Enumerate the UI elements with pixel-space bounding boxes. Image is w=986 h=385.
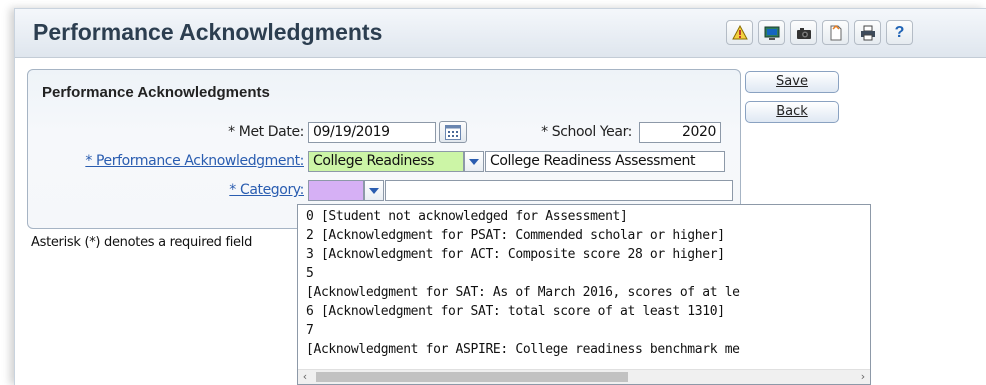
met-date-field[interactable]: 09/19/2019 (308, 122, 436, 143)
category-dropdown-button[interactable] (364, 180, 384, 201)
performance-ack-description: College Readiness Assessment (485, 151, 725, 172)
category-select[interactable] (308, 180, 364, 201)
toolbar: ? (726, 20, 913, 45)
category-option[interactable]: 5 (306, 264, 866, 283)
alert-button[interactable] (726, 20, 753, 45)
school-year-label: * School Year: (541, 124, 632, 140)
chevron-down-icon (469, 158, 479, 165)
category-dropdown-list[interactable]: 0 [Student not acknowledged for Assessme… (297, 204, 871, 385)
camera-button[interactable] (790, 20, 817, 45)
scroll-right-icon[interactable]: › (856, 370, 870, 384)
performance-ack-select[interactable]: College Readiness (308, 151, 464, 172)
page-title: Performance Acknowledgments (33, 19, 383, 45)
category-option[interactable]: 6 [Acknowledgment for SAT: total score o… (306, 302, 866, 321)
met-date-label: * Met Date: (228, 124, 304, 140)
category-option[interactable]: [Acknowledgment for ASPIRE: College read… (306, 340, 866, 359)
print-icon (860, 25, 875, 40)
category-option[interactable]: 0 [Student not acknowledged for Assessme… (306, 207, 866, 226)
help-button[interactable]: ? (886, 20, 913, 45)
category-label[interactable]: * Category: (229, 182, 304, 198)
category-options: 0 [Student not acknowledged for Assessme… (306, 207, 866, 359)
window: Performance Acknowledgments ? Performanc… (14, 8, 986, 385)
monitor-icon (764, 26, 779, 40)
category-description (385, 180, 733, 201)
monitor-button[interactable] (758, 20, 785, 45)
scroll-left-icon[interactable]: ‹ (298, 370, 312, 384)
required-field-note: Asterisk (*) denotes a required field (31, 235, 253, 250)
save-button-label: Save (776, 74, 808, 89)
alert-icon (731, 24, 748, 39)
category-option[interactable]: 3 [Acknowledgment for ACT: Composite sco… (306, 245, 866, 264)
chevron-down-icon (369, 187, 379, 194)
category-option[interactable]: [Acknowledgment for SAT: As of March 201… (306, 283, 866, 302)
calendar-icon (445, 124, 461, 140)
performance-ack-dropdown-button[interactable] (464, 151, 484, 172)
horizontal-scrollbar[interactable]: ‹ › (298, 369, 870, 384)
category-option[interactable]: 7 (306, 321, 866, 340)
back-button[interactable]: Back (745, 101, 839, 123)
save-button[interactable]: Save (745, 71, 839, 93)
header-bar: Performance Acknowledgments ? (15, 9, 986, 58)
scrollbar-thumb[interactable] (316, 372, 628, 382)
category-option[interactable]: 2 [Acknowledgment for PSAT: Commended sc… (306, 226, 866, 245)
panel-title: Performance Acknowledgments (42, 84, 270, 101)
help-icon: ? (894, 23, 905, 41)
calendar-button[interactable] (439, 121, 467, 143)
camera-icon (796, 27, 811, 39)
print-button[interactable] (854, 20, 881, 45)
document-button[interactable] (822, 20, 849, 45)
performance-ack-label[interactable]: * Performance Acknowledgment: (85, 153, 304, 169)
back-button-label: Back (776, 104, 808, 119)
school-year-field[interactable]: 2020 (639, 122, 721, 143)
document-icon (830, 24, 841, 40)
